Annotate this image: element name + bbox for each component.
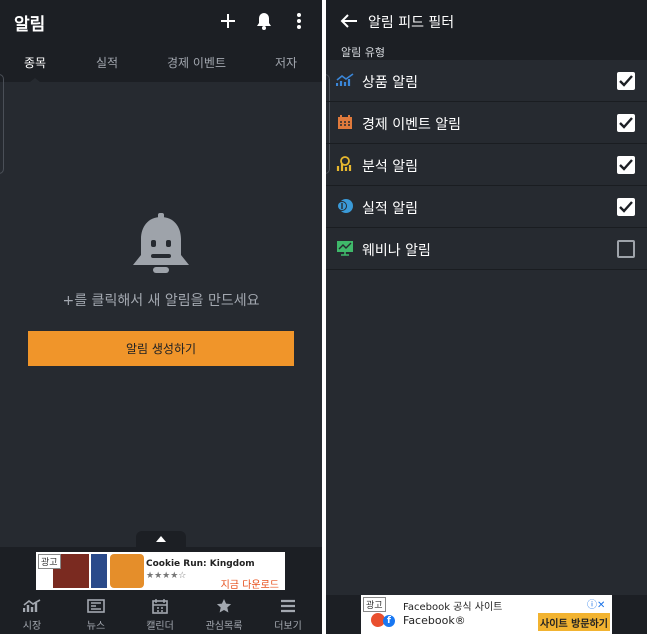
ad-cta[interactable]: 사이트 방문하기 <box>538 613 610 631</box>
collapse-handle[interactable] <box>136 531 186 547</box>
ad-content[interactable]: 광고 f Facebook 공식 사이트 Facebook® ⓘ✕ 사이트 방문… <box>361 595 612 634</box>
filter-row-economic-event[interactable]: 경제 이벤트 알림 <box>326 102 647 144</box>
nav-more[interactable]: 더보기 <box>256 597 320 634</box>
tab-stocks[interactable]: 종목 <box>24 54 46 71</box>
news-icon <box>87 597 105 615</box>
ad-title: Facebook 공식 사이트 <box>403 602 503 613</box>
star-icon <box>216 597 232 615</box>
nav-watchlist[interactable]: 관심목록 <box>192 597 256 634</box>
nav-calendar[interactable]: 캘린더 <box>128 597 192 634</box>
filter-row-analysis[interactable]: 분석 알림 <box>326 144 647 186</box>
nav-label: 캘린더 <box>146 621 174 632</box>
page-title: 알림 <box>14 15 46 35</box>
chevron-up-icon <box>156 536 166 542</box>
section-label: 알림 유형 <box>341 46 385 59</box>
earnings-icon <box>336 197 354 215</box>
filter-label: 상품 알림 <box>362 75 418 91</box>
ad-title: Cookie Run: Kingdom <box>146 559 255 569</box>
nav-label: 시장 <box>22 621 42 632</box>
ad-cta[interactable]: 지금 다운로드 <box>221 576 279 591</box>
filter-row-earnings[interactable]: 실적 알림 <box>326 186 647 228</box>
nav-label: 뉴스 <box>86 621 106 632</box>
ad-rating: ★★★★☆ <box>146 571 187 581</box>
ad-app-icon <box>110 554 144 588</box>
filter-checkbox[interactable] <box>617 198 635 216</box>
create-alert-button[interactable]: 알림 생성하기 <box>28 331 294 366</box>
calendar-icon <box>336 113 354 131</box>
filter-label: 경제 이벤트 알림 <box>362 117 462 133</box>
app-bar: 알림 피드 필터 <box>326 0 647 42</box>
alert-tabs: 종목 실적 경제 이벤트 저자 <box>0 42 322 82</box>
filter-checkbox[interactable] <box>617 156 635 174</box>
filter-checkbox[interactable] <box>617 240 635 258</box>
nav-label: 더보기 <box>274 621 302 632</box>
alert-feed-filter-screen: 알림 피드 필터 알림 유형 상품 알림 경제 이벤트 알림 분석 알림 실적 … <box>326 0 647 634</box>
add-icon[interactable] <box>216 9 240 33</box>
back-arrow-icon[interactable] <box>338 10 360 32</box>
side-drawer-handle[interactable] <box>0 74 4 174</box>
bell-icon[interactable] <box>252 9 276 33</box>
filter-row-webinar[interactable]: 웨비나 알림 <box>326 228 647 270</box>
nav-news[interactable]: 뉴스 <box>64 597 128 634</box>
ad-content[interactable]: 광고 Cookie Run: Kingdom ★★★★☆ 지금 다운로드 <box>36 552 285 591</box>
calendar-icon <box>152 597 168 615</box>
filter-label: 분석 알림 <box>362 159 418 175</box>
facebook-icon: f <box>383 615 395 627</box>
tab-earnings[interactable]: 실적 <box>96 54 118 71</box>
ad-close-icon[interactable]: ⓘ✕ <box>587 596 605 611</box>
ad-banner: 광고 Cookie Run: Kingdom ★★★★☆ 지금 다운로드 <box>0 547 322 595</box>
empty-state-message: +를 클릭해서 새 알림을 만드세요 <box>62 293 260 309</box>
filter-checkbox[interactable] <box>617 114 635 132</box>
filter-label: 웨비나 알림 <box>362 243 431 259</box>
nav-markets[interactable]: 시장 <box>0 597 64 634</box>
filter-checkbox[interactable] <box>617 72 635 90</box>
menu-icon <box>280 597 296 615</box>
trend-up-icon <box>336 71 354 89</box>
ad-banner: 광고 f Facebook 공식 사이트 Facebook® ⓘ✕ 사이트 방문… <box>326 595 647 634</box>
bottom-nav: 시장 뉴스 캘린더 관심목록 더보기 <box>0 595 322 634</box>
tab-authors[interactable]: 저자 <box>275 54 297 71</box>
alerts-screen: 알림 종목 실적 경제 이벤트 저자 +를 클릭해서 새 알림을 만드세요 알림… <box>0 0 322 634</box>
nav-label: 관심목록 <box>205 621 243 632</box>
analysis-icon <box>336 155 354 173</box>
webinar-icon <box>336 239 354 257</box>
filter-row-instrument[interactable]: 상품 알림 <box>326 60 647 102</box>
active-tab-indicator <box>30 78 40 82</box>
ad-label: 광고 <box>363 597 386 612</box>
ad-image-strip <box>91 554 107 588</box>
app-bar: 알림 <box>0 0 322 42</box>
filter-label: 실적 알림 <box>362 201 418 217</box>
tab-economic-events[interactable]: 경제 이벤트 <box>167 54 226 71</box>
bell-sad-icon <box>131 213 191 277</box>
page-title: 알림 피드 필터 <box>368 15 455 31</box>
ad-subtitle: Facebook® <box>403 614 466 627</box>
chart-icon <box>23 597 41 615</box>
ad-label: 광고 <box>38 554 61 569</box>
section-header: 알림 유형 <box>326 42 647 60</box>
more-vert-icon[interactable] <box>287 9 311 33</box>
